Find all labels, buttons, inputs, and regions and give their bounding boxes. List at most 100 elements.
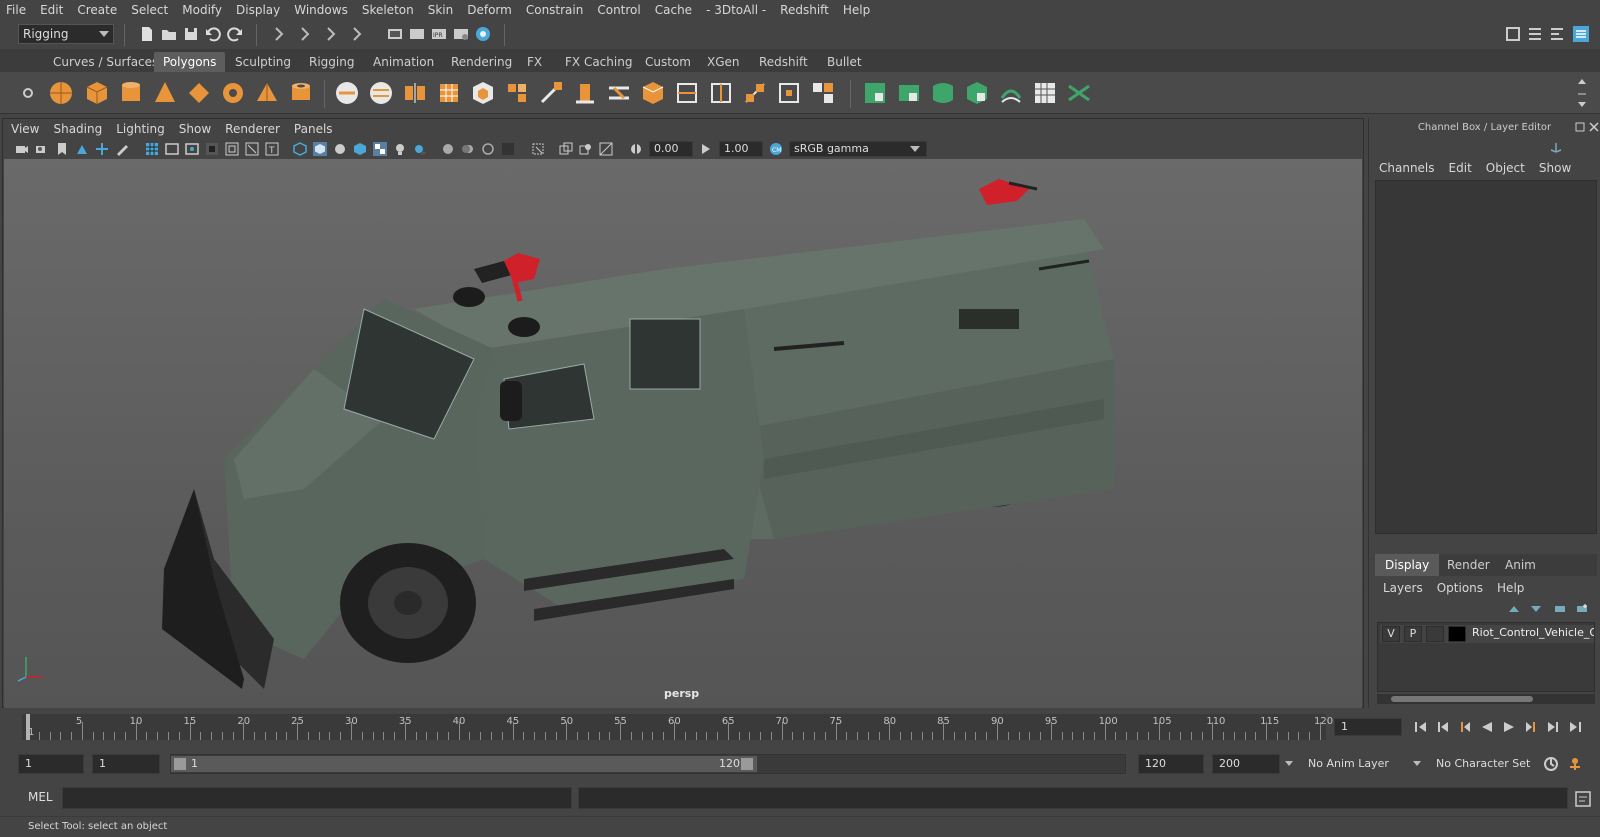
panel-menu-panels[interactable]: Panels xyxy=(294,122,333,136)
menu-3dtoall[interactable]: - 3DtoAll - xyxy=(706,3,766,17)
image-plane-icon[interactable] xyxy=(75,142,89,156)
menu-control[interactable]: Control xyxy=(597,3,640,17)
isolate-select-icon[interactable] xyxy=(531,142,545,156)
panel-menu-renderer[interactable]: Renderer xyxy=(225,122,280,136)
play-backwards-icon[interactable] xyxy=(1480,720,1494,734)
resolution-gate-icon[interactable] xyxy=(185,142,199,156)
riot-control-vehicle-model[interactable] xyxy=(4,159,1362,708)
command-input[interactable] xyxy=(62,787,572,809)
color-management-icon[interactable]: CM xyxy=(769,142,783,156)
edit-menu[interactable]: Edit xyxy=(1449,161,1472,175)
range-slider[interactable]: 1 120 xyxy=(170,754,1126,774)
color-space-dropdown[interactable]: sRGB gamma xyxy=(789,141,927,157)
chevron-down-icon[interactable] xyxy=(1284,760,1294,768)
shelf-tab-rendering[interactable]: Rendering xyxy=(442,52,521,72)
script-language-toggle[interactable]: MEL xyxy=(28,790,53,804)
multi-cut-icon[interactable] xyxy=(708,80,734,106)
3d-viewport[interactable]: persp xyxy=(4,159,1362,708)
anti-aliasing-icon[interactable] xyxy=(481,142,495,156)
layer-list-scrollbar[interactable] xyxy=(1377,694,1595,704)
step-back-key-icon[interactable] xyxy=(1458,720,1472,734)
mirror-icon[interactable] xyxy=(402,80,428,106)
shelf-settings-gear-icon[interactable] xyxy=(22,86,34,100)
bookmark-icon[interactable] xyxy=(55,142,69,156)
channel-box-toggle-icon[interactable] xyxy=(1572,25,1590,43)
new-layer-from-selection-icon[interactable] xyxy=(1575,602,1589,616)
exposure-field[interactable]: 0.00 xyxy=(649,141,693,157)
modeling-toolkit-icon[interactable] xyxy=(1504,25,1522,43)
playback-start-field[interactable]: 1 xyxy=(92,754,160,774)
range-start-handle[interactable] xyxy=(174,758,186,770)
select-by-object-icon[interactable] xyxy=(296,25,314,43)
cylindrical-uv-icon[interactable] xyxy=(896,80,922,106)
poly-cone-icon[interactable] xyxy=(152,80,178,106)
range-slider-bar-fill[interactable]: 1 120 xyxy=(171,756,757,772)
poly-sphere-icon[interactable] xyxy=(48,80,74,106)
default-material-icon[interactable] xyxy=(333,142,347,156)
script-editor-icon[interactable] xyxy=(1574,790,1592,808)
extrude-icon[interactable] xyxy=(572,80,598,106)
uv-unfold-icon[interactable] xyxy=(1066,80,1092,106)
grease-pencil-icon[interactable] xyxy=(115,142,129,156)
object-menu[interactable]: Object xyxy=(1486,161,1525,175)
channel-box-area[interactable] xyxy=(1375,180,1597,534)
connect-icon[interactable] xyxy=(776,80,802,106)
scene-end-field[interactable]: 200 xyxy=(1212,754,1280,774)
close-icon[interactable] xyxy=(1589,122,1599,132)
menu-set-dropdown[interactable]: Rigging xyxy=(18,24,114,44)
shelf-tab-animation[interactable]: Animation xyxy=(364,52,443,72)
quad-draw-icon[interactable] xyxy=(810,80,836,106)
uv-editor-icon[interactable] xyxy=(1032,80,1058,106)
panel-menu-show[interactable]: Show xyxy=(179,122,211,136)
render-current-frame-icon[interactable] xyxy=(408,25,426,43)
use-all-lights-icon[interactable] xyxy=(393,142,407,156)
smooth-icon[interactable] xyxy=(436,80,462,106)
menu-file[interactable]: File xyxy=(6,3,26,17)
panel-menu-shading[interactable]: Shading xyxy=(53,122,102,136)
shelf-tab-polygons[interactable]: Polygons xyxy=(154,52,226,72)
field-chart-icon[interactable] xyxy=(225,142,239,156)
poly-pipe-icon[interactable] xyxy=(288,80,314,106)
spherical-uv-icon[interactable] xyxy=(930,80,956,106)
render-settings-icon[interactable] xyxy=(452,25,470,43)
menu-deform[interactable]: Deform xyxy=(467,3,512,17)
go-to-end-icon[interactable] xyxy=(1568,720,1582,734)
gamma-icon[interactable] xyxy=(699,142,713,156)
tool-settings-icon[interactable] xyxy=(1548,25,1566,43)
planar-uv-icon[interactable] xyxy=(862,80,888,106)
go-to-start-icon[interactable] xyxy=(1414,720,1428,734)
layer-playback-toggle[interactable]: P xyxy=(1404,626,1422,642)
gate-mask-icon[interactable] xyxy=(205,142,219,156)
smooth-shade-icon[interactable] xyxy=(313,142,327,156)
target-weld-icon[interactable] xyxy=(742,80,768,106)
shelf-tab-fx[interactable]: FX xyxy=(518,52,551,72)
menu-select[interactable]: Select xyxy=(131,3,168,17)
xray-icon[interactable] xyxy=(559,142,573,156)
separate-icon[interactable] xyxy=(368,80,394,106)
bridge-icon[interactable] xyxy=(606,80,632,106)
menu-redshift[interactable]: Redshift xyxy=(780,3,829,17)
menu-skeleton[interactable]: Skeleton xyxy=(362,3,414,17)
layer-visibility-toggle[interactable]: V xyxy=(1382,626,1400,642)
shelf-tab-redshift[interactable]: Redshift xyxy=(750,52,817,72)
move-layer-down-icon[interactable] xyxy=(1529,602,1543,616)
layer-color-swatch[interactable] xyxy=(1448,626,1466,642)
poly-plane-icon[interactable] xyxy=(186,80,212,106)
shelf-tab-curves-surfaces[interactable]: Curves / Surfaces xyxy=(44,52,167,72)
uv-cut-sew-icon[interactable] xyxy=(998,80,1024,106)
menu-create[interactable]: Create xyxy=(77,3,117,17)
select-by-hierarchy-icon[interactable] xyxy=(270,25,288,43)
shelf-scroll-arrows-icon[interactable] xyxy=(1576,76,1588,110)
automatic-uv-icon[interactable] xyxy=(964,80,990,106)
panel-menu-view[interactable]: View xyxy=(11,122,39,136)
character-set-dropdown[interactable]: No Character Set xyxy=(1430,754,1538,774)
menu-modify[interactable]: Modify xyxy=(182,3,222,17)
manipulator-axis-icon[interactable] xyxy=(1549,140,1563,154)
shelf-tab-sculpting[interactable]: Sculpting xyxy=(226,52,300,72)
current-frame-field[interactable]: 1 xyxy=(1334,718,1402,736)
layer-display-type-toggle[interactable] xyxy=(1426,626,1444,642)
tab-render[interactable]: Render xyxy=(1437,554,1500,576)
shelf-tab-fx-caching[interactable]: FX Caching xyxy=(556,52,641,72)
exposure-icon[interactable] xyxy=(629,142,643,156)
play-forwards-icon[interactable] xyxy=(1502,720,1516,734)
